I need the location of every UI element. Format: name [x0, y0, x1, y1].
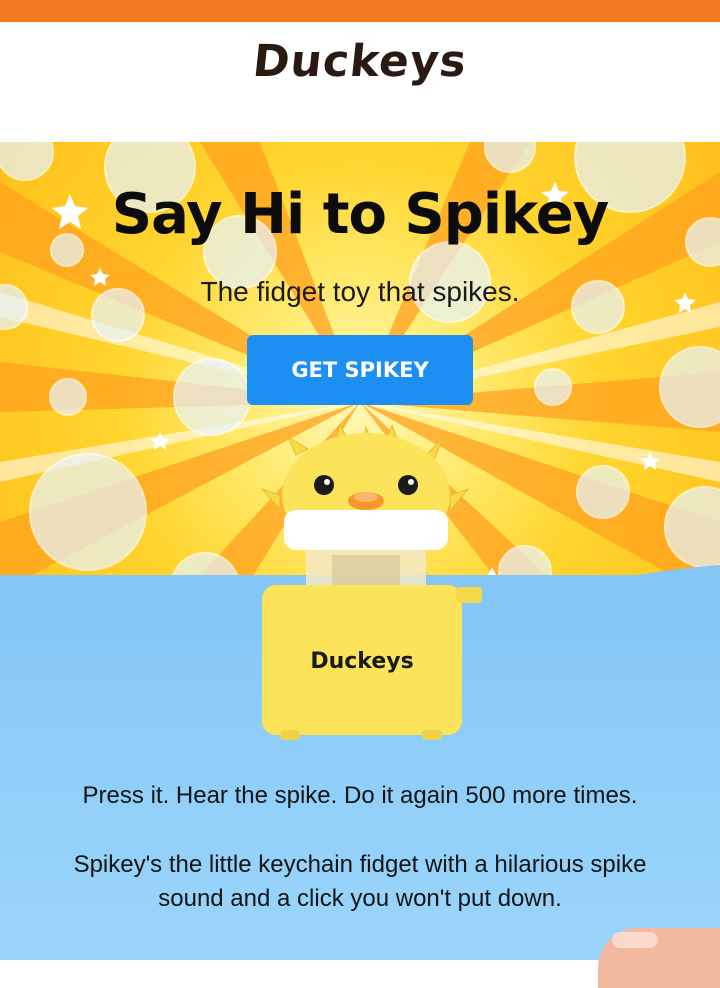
product-description: Spikey's the little keychain fidget with… [73, 851, 647, 912]
brand-logo[interactable]: Duckeys [0, 36, 720, 87]
fingernail-shape [612, 932, 658, 948]
get-spikey-button[interactable]: GET SPIKEY [247, 335, 473, 405]
top-accent-bar [0, 0, 720, 22]
hero-title: Say Hi to Spikey [111, 182, 610, 247]
hero-subtitle: The fidget toy that spikes. [200, 276, 520, 307]
tagline: Press it. Hear the spike. Do it again 50… [82, 782, 638, 809]
pufferfish-head-icon [260, 425, 470, 557]
spikey-product-image[interactable]: Duckeys [236, 425, 496, 750]
box-label: Duckeys [310, 649, 413, 674]
